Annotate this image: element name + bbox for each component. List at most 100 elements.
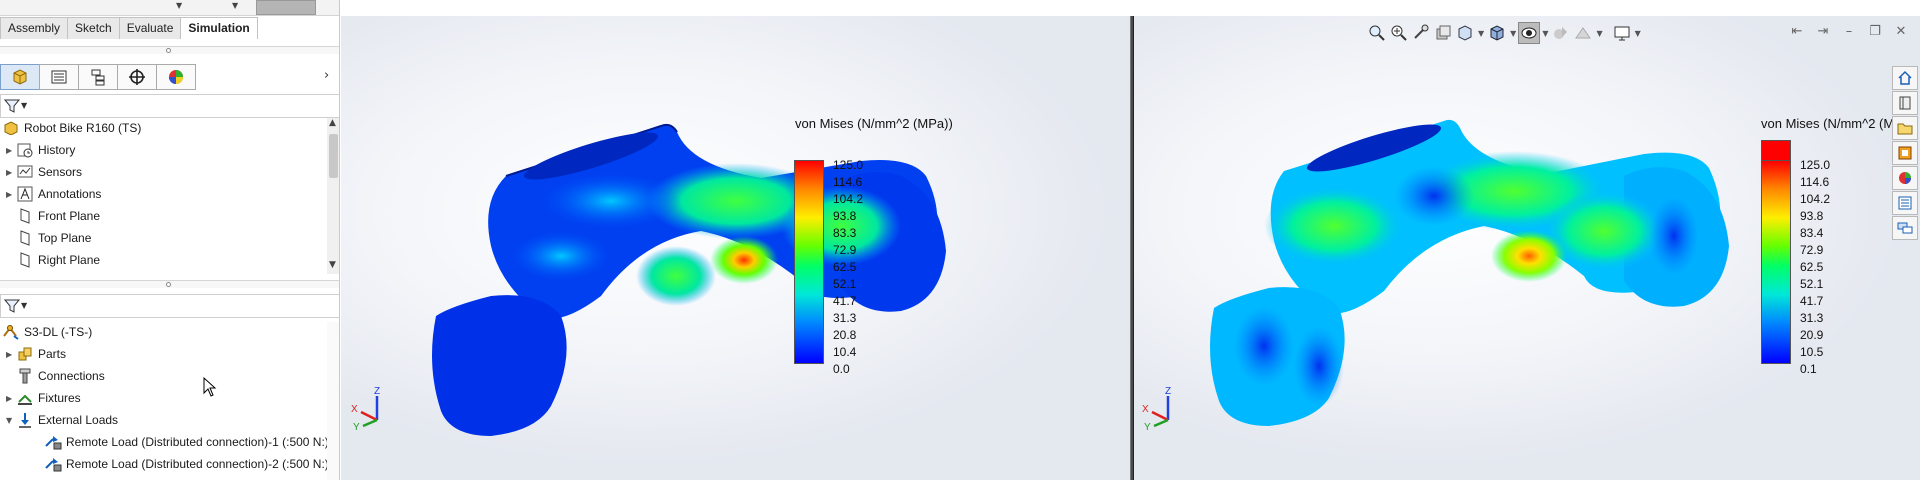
tab-sketch[interactable]: Sketch bbox=[67, 17, 120, 39]
study-tree-filter[interactable]: ▼ bbox=[0, 294, 339, 318]
scrollbar-thumb[interactable] bbox=[329, 134, 338, 178]
file-explorer-icon[interactable] bbox=[1892, 116, 1918, 140]
tab-assembly[interactable]: Assembly bbox=[0, 17, 69, 39]
study-item-parts[interactable]: ▶ Parts bbox=[6, 344, 66, 364]
tree-item-right-plane[interactable]: Right Plane bbox=[16, 250, 100, 270]
collapse-arrow-icon[interactable]: ▼ bbox=[6, 416, 16, 425]
study-item-label: Remote Load (Distributed connection)-2 (… bbox=[66, 457, 329, 471]
expand-arrow-icon[interactable]: ▶ bbox=[6, 146, 16, 155]
study-item-remote-load-2[interactable]: Remote Load (Distributed connection)-2 (… bbox=[44, 454, 329, 474]
tree-item-sensors[interactable]: ▶ Sensors bbox=[6, 162, 82, 182]
legend-value: 104.2 bbox=[833, 192, 864, 206]
toolbar-button[interactable] bbox=[256, 0, 316, 15]
legend-value: 20.8 bbox=[833, 328, 857, 342]
tree-item-label: History bbox=[38, 143, 76, 157]
tree-item-label: Annotations bbox=[38, 187, 102, 201]
tree-item-front-plane[interactable]: Front Plane bbox=[16, 206, 100, 226]
scroll-down-icon[interactable]: ▼ bbox=[329, 260, 336, 270]
sensor-icon bbox=[16, 164, 34, 180]
tab-evaluate[interactable]: Evaluate bbox=[118, 17, 182, 39]
feature-manager-tab[interactable] bbox=[0, 64, 40, 90]
legend-color-bar bbox=[1761, 160, 1791, 364]
legend-value: 0.0 bbox=[833, 362, 850, 376]
chevron-down-icon[interactable]: ▼ bbox=[21, 301, 27, 310]
legend-value: 72.9 bbox=[1800, 243, 1824, 257]
legend-value: 125.0 bbox=[1800, 158, 1831, 172]
property-manager-tab[interactable] bbox=[39, 64, 79, 90]
display-manager-tab[interactable] bbox=[156, 64, 196, 90]
legend-value: 10.4 bbox=[833, 345, 857, 359]
triad-z-label: Z bbox=[374, 386, 380, 397]
study-item-label: Connections bbox=[38, 369, 105, 383]
chevron-down-icon[interactable]: ▼ bbox=[232, 1, 238, 10]
study-item-label: Parts bbox=[38, 347, 67, 361]
custom-properties-icon[interactable] bbox=[1892, 191, 1918, 215]
parts-icon bbox=[16, 346, 34, 362]
legend-value: 125.0 bbox=[833, 158, 864, 172]
study-item-fixtures[interactable]: ▶ Fixtures bbox=[6, 388, 81, 408]
legend-value: 83.4 bbox=[1800, 226, 1824, 240]
study-item-remote-load-1[interactable]: Remote Load (Distributed connection)-1 (… bbox=[44, 432, 329, 452]
plane-icon bbox=[16, 230, 34, 246]
feature-tree-filter[interactable]: ▼ bbox=[0, 94, 339, 118]
view-palette-icon[interactable] bbox=[1892, 141, 1918, 165]
expand-arrow-icon[interactable]: ▶ bbox=[6, 190, 16, 199]
splitter-handle[interactable] bbox=[0, 46, 339, 54]
tree-item-top-plane[interactable]: Top Plane bbox=[16, 228, 91, 248]
design-library-icon[interactable] bbox=[1892, 91, 1918, 115]
tree-item-annotations[interactable]: ▶ Annotations bbox=[6, 184, 101, 204]
legend-value: 31.3 bbox=[833, 311, 857, 325]
expand-arrow-icon[interactable]: ▶ bbox=[6, 350, 16, 359]
legend-value: 104.2 bbox=[1800, 192, 1831, 206]
legend-value: 93.8 bbox=[1800, 209, 1824, 223]
home-icon[interactable] bbox=[1892, 66, 1918, 90]
legend-overflow-swatch bbox=[1761, 140, 1791, 162]
chevron-down-icon[interactable]: ▼ bbox=[176, 1, 182, 10]
study-item-label: Fixtures bbox=[38, 391, 81, 405]
legend-value: 31.3 bbox=[1800, 311, 1824, 325]
tree-root-assembly[interactable]: Robot Bike R160 (TS) bbox=[2, 118, 141, 138]
stress-plot-model[interactable] bbox=[341, 16, 1130, 480]
top-toolbar-strip: ▼ ▼ bbox=[0, 0, 339, 16]
legend-value: 10.5 bbox=[1800, 345, 1824, 359]
dimxpert-manager-tab[interactable] bbox=[117, 64, 157, 90]
study-root[interactable]: S3-DL (-TS-) bbox=[2, 322, 92, 342]
expand-arrow-icon[interactable]: ▶ bbox=[6, 394, 16, 403]
scroll-up-icon[interactable]: ▲ bbox=[329, 118, 336, 128]
expand-arrow-icon[interactable]: ▶ bbox=[6, 168, 16, 177]
triad-y-label: Y bbox=[1144, 422, 1151, 432]
study-item-external-loads[interactable]: ▼ External Loads bbox=[6, 410, 118, 430]
feature-tree-scrollbar[interactable]: ▲ ▼ bbox=[327, 118, 339, 274]
appearances-icon[interactable] bbox=[1892, 166, 1918, 190]
splitter-handle[interactable] bbox=[0, 280, 339, 288]
remote-load-icon bbox=[44, 456, 62, 472]
legend-value: 20.9 bbox=[1800, 328, 1824, 342]
command-manager-tabs: Assembly Sketch Evaluate Simulation bbox=[0, 17, 258, 39]
tree-item-label: Top Plane bbox=[38, 231, 92, 245]
legend-value: 93.8 bbox=[833, 209, 857, 223]
legend-value: 0.1 bbox=[1800, 362, 1817, 376]
tree-item-history[interactable]: ▶ History bbox=[6, 140, 75, 160]
graphics-viewport-right[interactable]: ▼ ▼ ▼ ▼ ▼ ⇤ ⇥ – ❐ ✕ von Mises (N/mm^2 (M… bbox=[1134, 16, 1920, 480]
axis-triad: Z X Y bbox=[1142, 386, 1171, 432]
triad-x-label: X bbox=[1142, 404, 1149, 415]
chevron-down-icon[interactable]: ▼ bbox=[21, 101, 27, 110]
study-tree-scrollbar[interactable] bbox=[327, 322, 339, 480]
legend-value: 52.1 bbox=[833, 277, 857, 291]
simulation-study-tree: S3-DL (-TS-) ▶ Parts Connections ▶ Fixtu… bbox=[0, 322, 329, 480]
tree-item-label: Sensors bbox=[38, 165, 83, 179]
graphics-viewport-left[interactable]: von Mises (N/mm^2 (MPa)) 125.0 114.6 104.2… bbox=[341, 16, 1130, 480]
tree-item-label: Front Plane bbox=[38, 209, 101, 223]
tab-simulation[interactable]: Simulation bbox=[180, 17, 258, 39]
triad-x-label: X bbox=[351, 404, 358, 415]
external-load-icon bbox=[16, 412, 34, 428]
configuration-manager-tab[interactable] bbox=[78, 64, 118, 90]
plane-icon bbox=[16, 208, 34, 224]
manager-tabs bbox=[0, 64, 196, 90]
task-pane-tabs bbox=[1892, 66, 1920, 241]
legend-title: von Mises (N/mm^2 (MPa)) bbox=[795, 116, 953, 131]
study-item-connections[interactable]: Connections bbox=[16, 366, 105, 386]
chevron-right-icon[interactable]: › bbox=[324, 68, 329, 83]
triad-y-label: Y bbox=[353, 422, 360, 432]
forum-icon[interactable] bbox=[1892, 216, 1918, 240]
